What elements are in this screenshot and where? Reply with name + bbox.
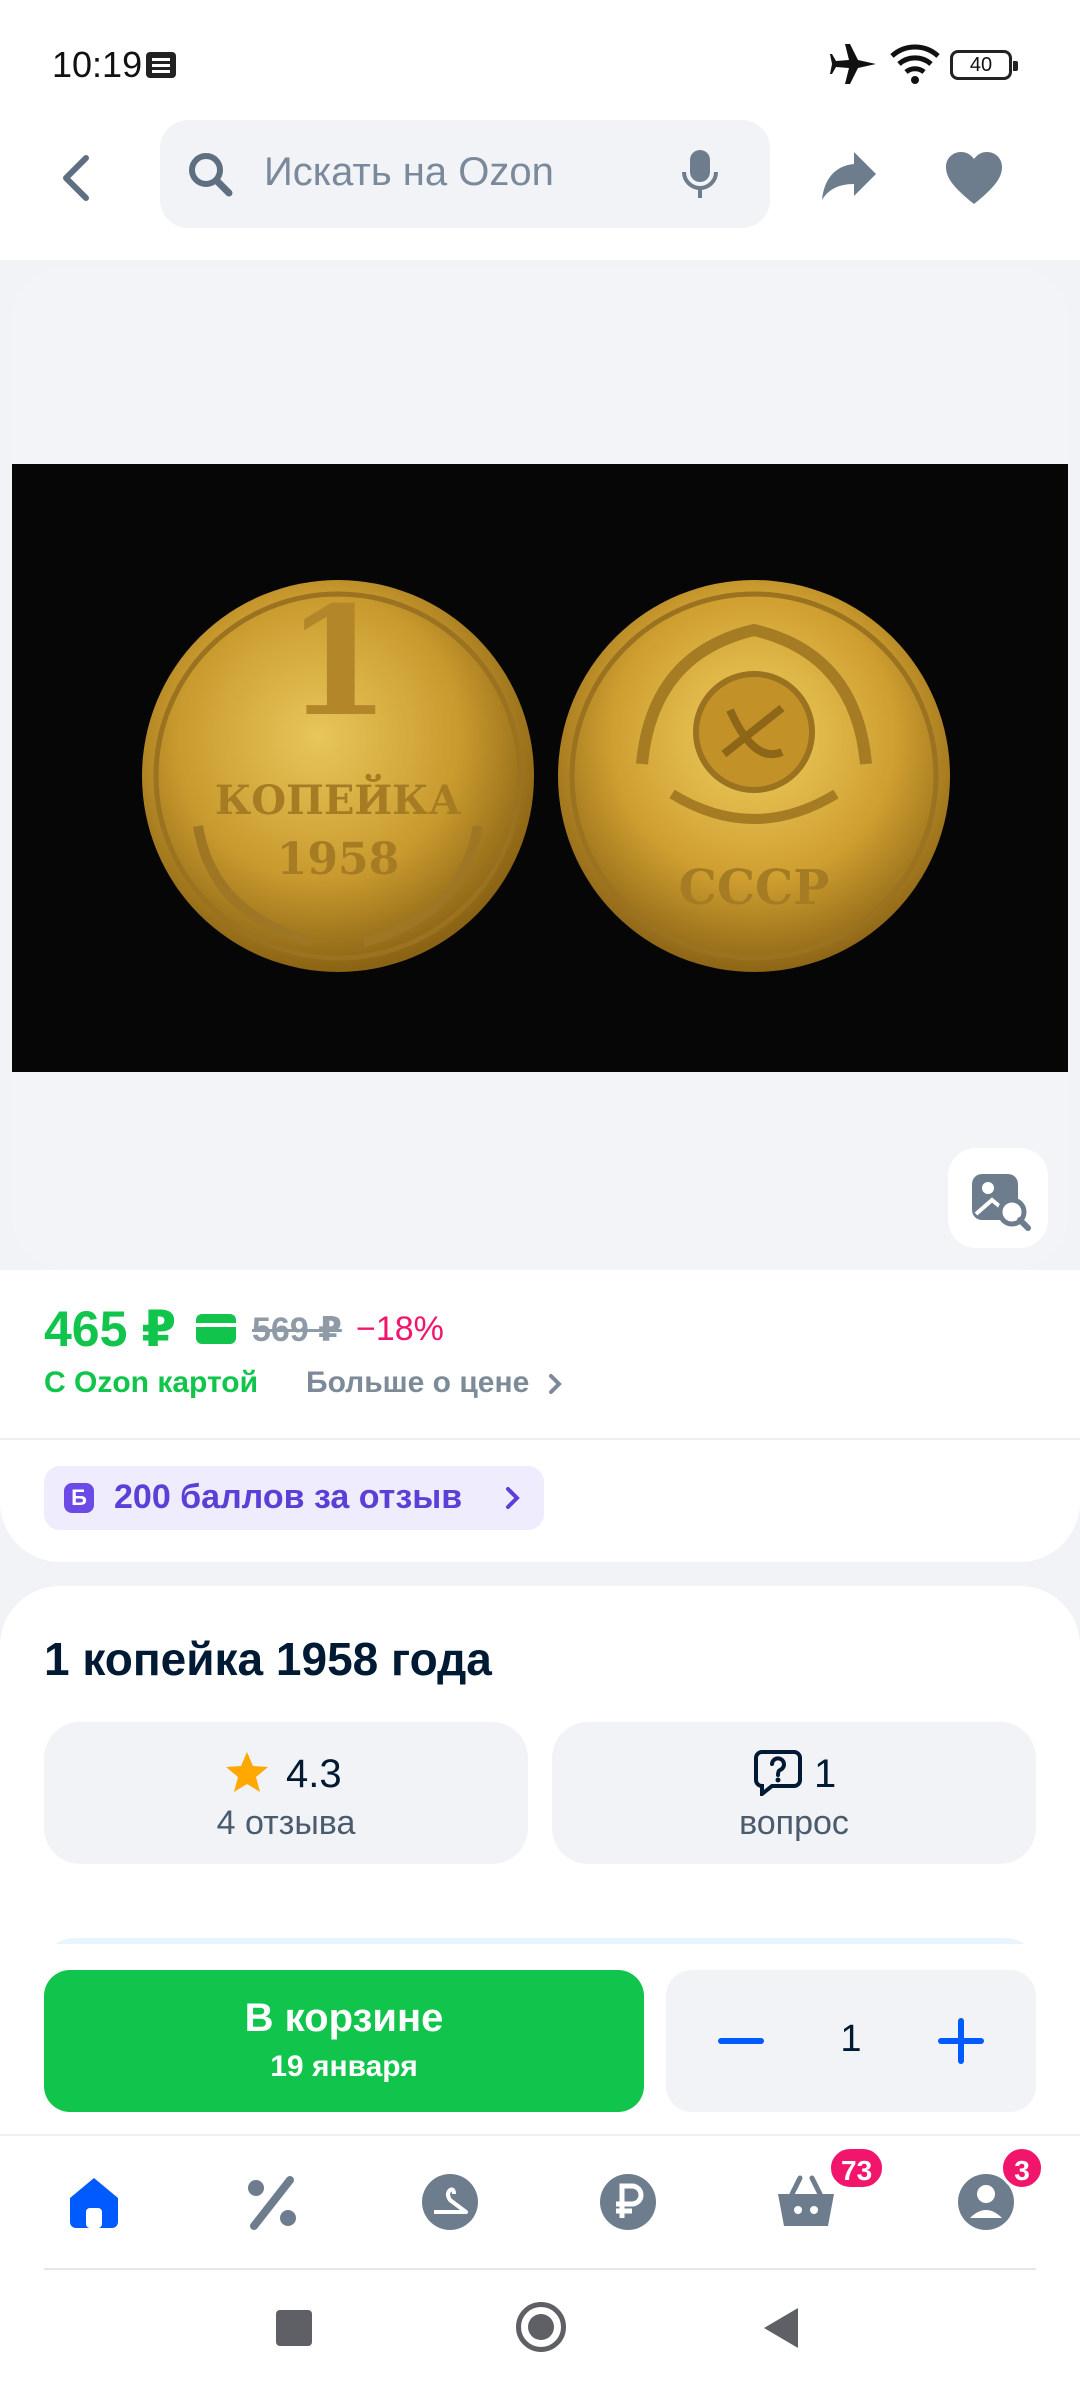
- cart-button-label: В корзине: [244, 1996, 444, 2040]
- questions-label: вопрос: [739, 1804, 849, 1842]
- product-gallery[interactable]: 1 КОПЕЙКА 1958 СССР: [12, 268, 1068, 1270]
- coin-year: 1958: [277, 834, 399, 885]
- system-navigation: [0, 2270, 1080, 2400]
- quantity-stepper: 1: [666, 1970, 1036, 2112]
- home-button[interactable]: [516, 2302, 566, 2352]
- product-photo[interactable]: 1 КОПЕЙКА 1958 СССР: [12, 464, 1068, 1072]
- rating-button[interactable]: 4.3 4 отзыва: [44, 1722, 528, 1864]
- points-label: 200 баллов за отзыв: [114, 1478, 463, 1516]
- more-about-price-label: Больше о цене: [306, 1366, 530, 1399]
- fresh-icon[interactable]: [420, 2172, 480, 2232]
- increase-quantity-button[interactable]: [936, 2016, 986, 2066]
- notification-icon: [146, 52, 176, 78]
- bottom-navigation: 73 3: [0, 2134, 1080, 2272]
- questions-button[interactable]: 1 вопрос: [552, 1722, 1036, 1864]
- rating-value: 4.3: [286, 1752, 342, 1796]
- product-title: 1 копейка 1958 года: [44, 1633, 492, 1685]
- wifi-icon: [890, 44, 940, 84]
- reviews-count: 4 отзыва: [216, 1804, 356, 1842]
- recent-apps-button[interactable]: [276, 2310, 312, 2346]
- back-arrow-icon[interactable]: [50, 148, 110, 208]
- heart-icon[interactable]: [944, 150, 1004, 206]
- more-about-price-link[interactable]: Больше о цене: [306, 1366, 566, 1400]
- coins-image: 1 КОПЕЙКА 1958 СССР: [12, 464, 1068, 1072]
- status-time: 10:19: [52, 44, 143, 85]
- search-placeholder: Искать на Ozon: [264, 150, 554, 194]
- ruble-icon[interactable]: [598, 2172, 658, 2232]
- system-back-button[interactable]: [764, 2308, 798, 2348]
- review-points-badge[interactable]: Б 200 баллов за отзыв: [44, 1466, 544, 1530]
- question-icon: [754, 1750, 802, 1796]
- search-input[interactable]: Искать на Ozon: [160, 120, 770, 228]
- questions-count: 1: [814, 1752, 837, 1796]
- price-section: 465 ₽ 569 ₽ −18% С Ozon картой Больше о …: [0, 1270, 1080, 1562]
- share-icon[interactable]: [820, 146, 880, 206]
- quantity-value: 1: [840, 2018, 862, 2060]
- cart-count-badge: 73: [828, 2146, 886, 2190]
- cart-nav-item[interactable]: 73: [776, 2146, 886, 2232]
- home-icon[interactable]: [64, 2172, 124, 2232]
- chevron-right-icon: [506, 1487, 520, 1509]
- microphone-icon[interactable]: [680, 148, 720, 200]
- visual-search-icon: [972, 1174, 1031, 1231]
- profile-notification-badge: 3: [1000, 2146, 1044, 2190]
- coin-obverse: СССР: [558, 580, 950, 972]
- delivery-date: 19 января: [270, 2050, 418, 2083]
- discount-badge: −18%: [356, 1310, 444, 1348]
- star-icon: [226, 1752, 268, 1792]
- header: Искать на Ozon: [0, 120, 1080, 260]
- action-bar: В корзине 19 января 1: [0, 1944, 1080, 2134]
- status-bar: 10:19 40: [0, 0, 1080, 120]
- product-info: 1 копейка 1958 года 4.3 4 отзыва 1 вопро…: [0, 1586, 1080, 1986]
- coin-emblem-text: СССР: [679, 860, 830, 916]
- image-search-button[interactable]: [948, 1148, 1048, 1248]
- discount-percent-icon[interactable]: [242, 2172, 302, 2232]
- cart-basket-icon: [778, 2175, 834, 2226]
- airplane-mode-icon: [830, 44, 876, 84]
- chevron-right-icon: [548, 1374, 562, 1395]
- in-cart-button[interactable]: В корзине 19 января: [44, 1970, 644, 2112]
- profile-nav-item[interactable]: 3: [956, 2146, 1044, 2232]
- ozon-card-icon: [196, 1314, 236, 1344]
- coin-denomination: 1: [286, 574, 390, 750]
- search-icon: [189, 153, 233, 197]
- decrease-quantity-button[interactable]: [716, 2016, 766, 2066]
- ozon-card-label: С Ozon картой: [44, 1366, 259, 1399]
- points-icon: Б: [64, 1483, 94, 1513]
- battery-icon: 40: [950, 50, 1018, 80]
- coin-word: КОПЕЙКА: [215, 774, 462, 824]
- divider: [0, 1438, 1080, 1440]
- old-price: 569 ₽: [252, 1311, 342, 1349]
- current-price: 465 ₽: [44, 1301, 177, 1357]
